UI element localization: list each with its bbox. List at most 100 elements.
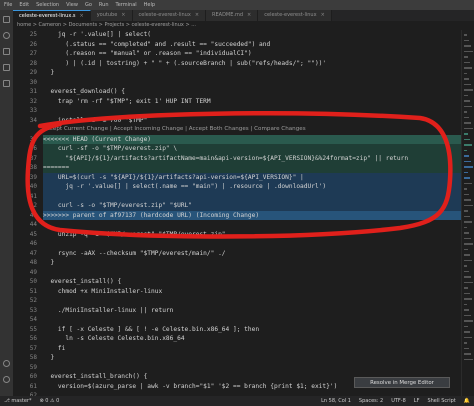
explorer-icon[interactable] (3, 16, 10, 23)
menu-item-terminal[interactable]: Terminal (116, 0, 137, 10)
line-number: 44 (29, 221, 37, 228)
error-count: 0 (45, 398, 49, 404)
menu-item-view[interactable]: View (66, 0, 78, 10)
line-number: 36 (29, 145, 37, 152)
menu-item-run[interactable]: Run (99, 0, 109, 10)
code-line[interactable]: } (43, 68, 461, 78)
code-line[interactable]: chmod +x MiniInstaller-linux (43, 287, 461, 297)
indentation[interactable]: Spaces: 2 (355, 396, 387, 406)
editor-tab[interactable]: README.md × (206, 10, 259, 21)
code-line[interactable] (43, 296, 461, 306)
minimap-line (464, 215, 470, 217)
code-line[interactable]: (.reason == "manual" or .reason == "indi… (43, 49, 461, 59)
close-icon[interactable]: × (321, 12, 325, 18)
account-icon[interactable] (3, 360, 10, 367)
code-line[interactable]: (.status == "completed" and .result == "… (43, 40, 461, 50)
close-icon[interactable]: × (121, 12, 125, 18)
minimap-line (464, 298, 472, 300)
branch-indicator[interactable]: ⎇ master* (0, 396, 36, 406)
minimap-line (464, 177, 470, 179)
minimap-line (464, 325, 468, 327)
editor-tabs: celeste-everest-linux.s × youtube × celeste-… (13, 10, 474, 21)
line-number: 49 (29, 268, 37, 276)
code-line[interactable]: everest_download() { (43, 87, 461, 97)
code-line[interactable] (43, 268, 461, 278)
code-line[interactable]: curl -sf -o "$TMP/everest.zip" \ (43, 144, 461, 154)
source-control-icon[interactable] (3, 48, 10, 55)
code-line[interactable]: jq -r '.value[] | select( (43, 30, 461, 40)
line-number: 40 (29, 183, 37, 190)
code-line[interactable]: everest_install() { (43, 277, 461, 287)
problems-indicator[interactable]: ⊗ 0 ⚠ 0 (36, 396, 64, 406)
line-number: 52 (29, 297, 37, 304)
gear-icon[interactable] (3, 376, 10, 383)
code-line[interactable]: ln -s Celeste Celeste.bin.x86_64 (43, 334, 461, 344)
code-line[interactable]: <<<<<<< HEAD (Current Change) (43, 134, 461, 144)
close-icon[interactable]: × (195, 12, 199, 18)
code-line[interactable]: } (43, 353, 461, 363)
code-line[interactable]: ) | (.id | tostring) + " " + (.sourceBra… (43, 59, 461, 69)
line-number: 26 (29, 40, 37, 48)
cursor-position[interactable]: Ln 58, Col 1 (317, 396, 355, 406)
minimap-line (464, 342, 467, 344)
line-number: 61 (29, 382, 37, 390)
code-line[interactable]: ======= (43, 163, 461, 173)
code-area[interactable]: jq -r '.value[] | select( (.status == "c… (43, 30, 461, 396)
code-line[interactable]: fi (43, 344, 461, 354)
code-line[interactable] (43, 315, 461, 325)
code-line[interactable] (43, 191, 461, 201)
minimap-line (464, 67, 472, 69)
minimap-line (464, 100, 470, 102)
minimap[interactable] (461, 30, 474, 396)
menu-item-file[interactable]: File (4, 0, 12, 10)
minimap-line (464, 248, 468, 250)
code-line[interactable]: ./MiniInstaller-linux || return (43, 306, 461, 316)
bell-icon[interactable]: 🔔 (460, 396, 474, 406)
menu-item-go[interactable]: Go (85, 0, 92, 10)
code-line[interactable]: unzip -q -d "$TMP/everest" "$TMP/everest… (43, 230, 461, 240)
minimap-line (464, 182, 472, 184)
status-bar: ⎇ master* ⊗ 0 ⚠ 0 Ln 58, Col 1 Spaces: 2… (0, 396, 474, 406)
close-icon[interactable]: × (247, 12, 251, 18)
extensions-icon[interactable] (3, 80, 10, 87)
code-line[interactable]: jq -r '.value[] | select(.name == "main"… (43, 182, 461, 192)
code-line[interactable]: } (43, 258, 461, 268)
code-line[interactable]: >>>>>>> parent of af97137 (hardcode URL)… (43, 210, 461, 220)
end-of-line[interactable]: LF (410, 396, 424, 406)
line-number: 58 (29, 354, 37, 361)
code-editor[interactable]: 25 26 27 28 29 30 31 32 33 34 35 36 37 38 39 40 41 42 43 44… (13, 30, 474, 396)
line-number: 35 (29, 135, 37, 143)
minimap-line (464, 199, 471, 201)
close-icon[interactable]: × (80, 13, 84, 19)
code-line[interactable] (43, 363, 461, 373)
line-number: 33 (29, 107, 37, 114)
code-line[interactable]: if [ -x Celeste ] && [ ! -e Celeste.bin.… (43, 325, 461, 335)
code-line[interactable]: "${API}/${1}/artifacts?artifactName=main… (43, 153, 461, 163)
code-line[interactable]: URL=$(curl -s "${API}/${1}/artifacts?api… (43, 172, 461, 182)
encoding[interactable]: UTF-8 (387, 396, 410, 406)
minimap-line (464, 336, 472, 338)
language-mode[interactable]: Shell Script (423, 396, 459, 406)
code-line[interactable] (43, 78, 461, 88)
code-line[interactable] (43, 106, 461, 116)
editor-tab[interactable]: celeste-everest-linux.s × (13, 10, 91, 21)
code-line[interactable]: rsync -aAX --checksum "$TMP/everest/main… (43, 249, 461, 259)
minimap-line (464, 127, 473, 129)
editor-tab[interactable]: celeste-everest-linux × (132, 10, 207, 21)
editor-tab[interactable]: celeste-everest-linux × (258, 10, 332, 21)
editor-tab[interactable]: youtube × (90, 10, 133, 21)
code-line[interactable] (43, 239, 461, 249)
run-debug-icon[interactable] (3, 64, 10, 71)
code-line[interactable]: trap 'rm -rf "$TMP"; exit 1' HUP INT TER… (43, 97, 461, 107)
merge-conflict-actions[interactable]: Accept Current Change | Accept Incoming … (43, 125, 461, 135)
menu-item-help[interactable]: Help (144, 0, 155, 10)
menu-item-edit[interactable]: Edit (19, 0, 29, 10)
code-line[interactable]: curl -s -o "$TMP/everest.zip" "$URL" (43, 201, 461, 211)
menu-item-selection[interactable]: Selection (36, 0, 59, 10)
code-line[interactable] (43, 220, 461, 230)
resolve-in-merge-editor-button[interactable]: Resolve in Merge Editor (354, 377, 450, 388)
minimap-line (464, 166, 473, 168)
code-line[interactable]: install -d -m 700 "$TMP" (43, 116, 461, 126)
search-icon[interactable] (3, 32, 10, 39)
line-number: 47 (29, 249, 37, 257)
